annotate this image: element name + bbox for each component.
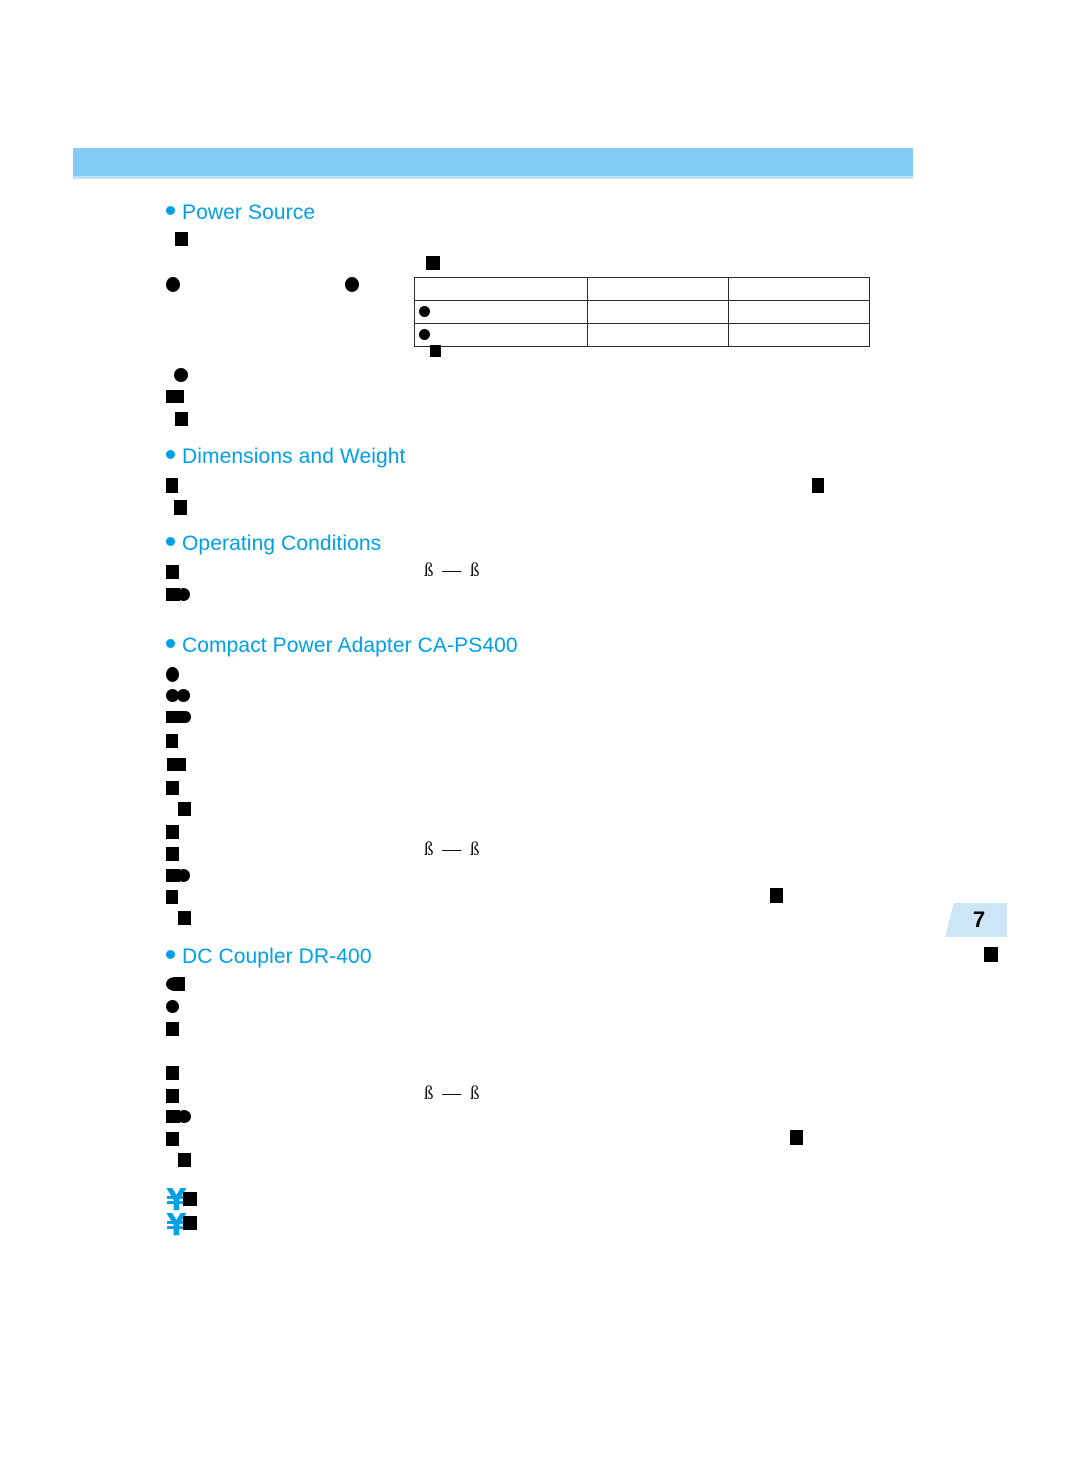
section-title: DC Coupler DR-400 (182, 944, 372, 968)
section-heading-dc-coupler: DC Coupler DR-400 (166, 945, 372, 967)
glyph-round (177, 689, 190, 702)
glyph-box (183, 1192, 197, 1206)
glyph-round (166, 277, 180, 292)
glyph-box (167, 758, 186, 771)
power-source-table (414, 277, 870, 347)
section-heading-dimensions-and-weight: Dimensions and Weight (166, 445, 406, 467)
temperature-range-adapter: ß — ß (424, 839, 482, 860)
glyph-box (790, 1130, 803, 1145)
bullet-icon (166, 949, 175, 959)
document-page: Power Source Dimensions and Weight Opera… (0, 0, 1080, 1476)
table-row (414, 277, 870, 301)
glyph-box (166, 825, 179, 839)
page-number: 7 (972, 907, 986, 932)
glyph-box (166, 781, 179, 795)
glyph-box (175, 232, 188, 246)
temperature-range-operating: ß — ß (424, 560, 482, 581)
bullet-icon (166, 536, 175, 546)
bullet-icon (166, 449, 175, 459)
table-row (414, 300, 870, 324)
glyph-round (345, 277, 359, 292)
temperature-range-coupler: ß — ß (424, 1083, 482, 1104)
section-heading-power-source: Power Source (166, 201, 315, 223)
glyph-round (174, 368, 188, 382)
glyph-round (180, 711, 191, 723)
glyph-box (166, 1066, 179, 1080)
glyph-round (177, 869, 190, 882)
table-cell (728, 323, 870, 347)
table-body (414, 277, 870, 347)
glyph-box (178, 911, 191, 925)
glyph-box (178, 802, 191, 816)
glyph-box (812, 478, 824, 493)
table-cell (414, 300, 588, 324)
section-heading-operating-conditions: Operating Conditions (166, 532, 381, 554)
glyph-box (166, 890, 178, 904)
glyph-box (166, 1089, 179, 1103)
glyph-round (166, 1000, 179, 1013)
table-cell (728, 300, 870, 324)
glyph-box (166, 565, 179, 579)
glyph-pill (166, 977, 185, 991)
glyph-box (166, 1132, 179, 1146)
table-cell (728, 277, 870, 301)
glyph-round (177, 588, 190, 601)
glyph-box (178, 1153, 191, 1167)
glyph-box (174, 500, 187, 515)
section-title: Compact Power Adapter CA-PS400 (182, 633, 518, 657)
section-title: Dimensions and Weight (182, 444, 406, 468)
glyph-round (419, 306, 430, 317)
glyph-box (166, 478, 178, 493)
bullet-icon (166, 205, 175, 215)
table-cell (414, 323, 588, 347)
glyph-box (770, 888, 783, 903)
section-header-band (73, 148, 913, 179)
glyph-box (166, 390, 184, 403)
glyph-box (175, 412, 188, 426)
glyph-box (426, 256, 440, 270)
glyph-box (166, 734, 178, 748)
glyph-box (430, 345, 441, 357)
table-row (414, 323, 870, 347)
glyph-box (166, 1022, 179, 1036)
glyph-box (183, 1216, 197, 1230)
section-title: Power Source (182, 200, 316, 224)
table-cell (587, 277, 729, 301)
glyph-box (984, 947, 998, 962)
glyph-round (419, 329, 430, 340)
table-cell (587, 300, 729, 324)
glyph-box (166, 847, 179, 861)
glyph-round (166, 667, 179, 682)
table-cell (414, 277, 588, 301)
page-number-tab: 7 (945, 903, 1007, 937)
bullet-icon (166, 638, 175, 648)
glyph-round (177, 1110, 191, 1123)
section-title: Operating Conditions (182, 531, 382, 555)
table-cell (587, 323, 729, 347)
section-heading-compact-power-adapter: Compact Power Adapter CA-PS400 (166, 634, 518, 656)
